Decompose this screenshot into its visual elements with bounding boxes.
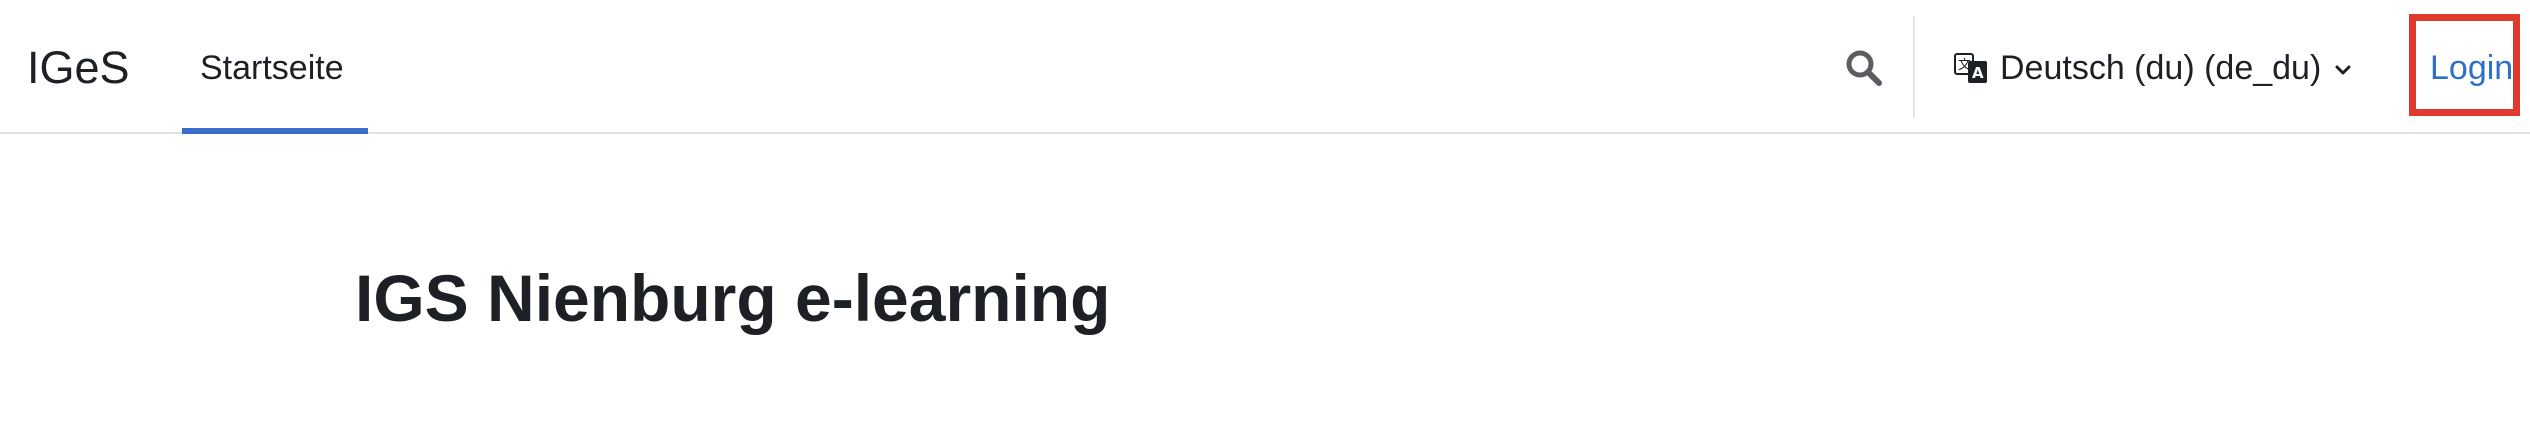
page-title: IGS Nienburg e-learning bbox=[355, 261, 1111, 335]
site-brand[interactable]: IGeS bbox=[27, 38, 130, 98]
language-label: Deutsch (du) (de_du) bbox=[2000, 49, 2322, 87]
navbar-divider bbox=[1913, 16, 1915, 118]
top-navbar: IGeS Startseite 文 A Deutsch (du) (de_du)… bbox=[0, 0, 2530, 134]
language-menu[interactable]: 文 A Deutsch (du) (de_du) bbox=[1954, 40, 2353, 96]
svg-text:A: A bbox=[1972, 64, 1984, 82]
login-link[interactable]: Login bbox=[2430, 46, 2513, 90]
language-icon: 文 A bbox=[1954, 53, 1987, 83]
chevron-down-icon bbox=[2335, 65, 2351, 75]
tab-startseite[interactable]: Startseite bbox=[182, 0, 368, 134]
search-icon bbox=[1846, 50, 1882, 86]
active-tab-indicator bbox=[182, 128, 368, 134]
search-button[interactable] bbox=[1842, 46, 1886, 90]
tab-startseite-label: Startseite bbox=[200, 49, 344, 87]
